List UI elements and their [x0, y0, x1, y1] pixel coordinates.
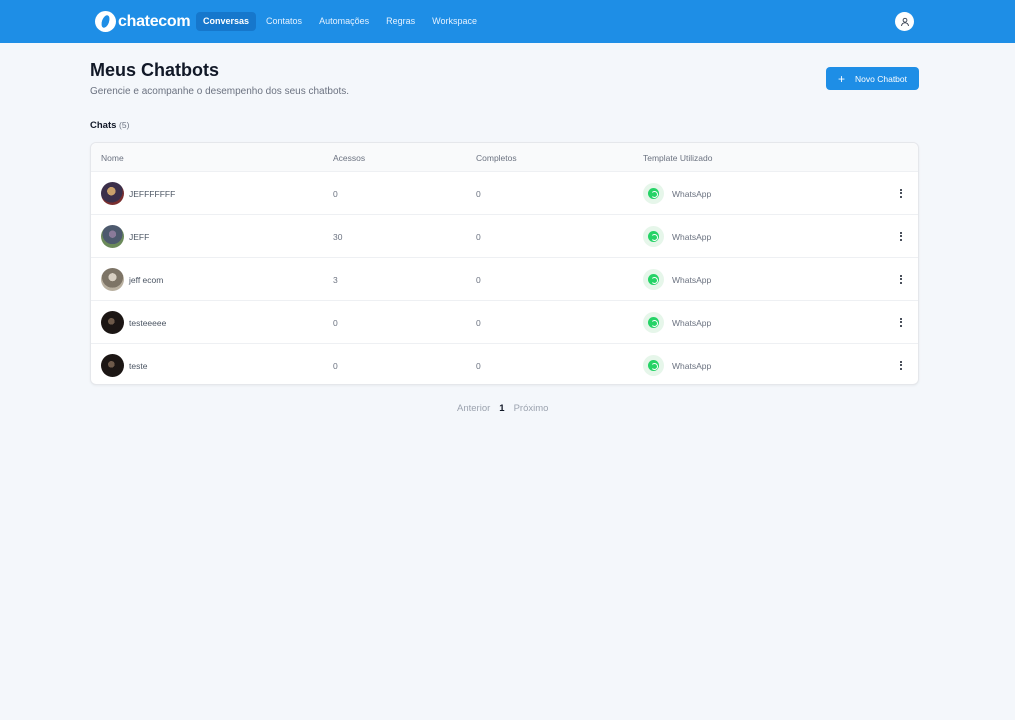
- chatbot-name[interactable]: JEFFFFFFF: [129, 189, 175, 199]
- column-header-acessos: Acessos: [333, 153, 366, 163]
- acessos-value: 0: [333, 361, 338, 371]
- user-icon: [900, 17, 909, 26]
- more-options-icon[interactable]: [895, 358, 907, 372]
- acessos-value: 0: [333, 318, 338, 328]
- column-header-completos: Completos: [476, 153, 517, 163]
- new-chatbot-label: Novo Chatbot: [855, 73, 907, 84]
- avatar: [101, 225, 124, 248]
- more-options-icon[interactable]: [895, 315, 907, 329]
- template-name: WhatsApp: [672, 189, 712, 199]
- nav-item-regras[interactable]: Regras: [379, 12, 422, 31]
- chatbot-name[interactable]: teste: [129, 361, 147, 371]
- nav-item-contatos[interactable]: Contatos: [259, 12, 309, 31]
- brand-name: chatecom: [118, 12, 191, 30]
- acessos-value: 30: [333, 232, 343, 242]
- avatar: [101, 182, 124, 205]
- nav-item-workspace[interactable]: Workspace: [425, 12, 484, 31]
- chatbots-table: Nome Acessos Completos Template Utilizad…: [90, 142, 919, 385]
- completos-value: 0: [476, 189, 481, 199]
- table-row[interactable]: teste 0 0 WhatsApp: [91, 344, 918, 387]
- table-row[interactable]: testeeeee 0 0 WhatsApp: [91, 301, 918, 344]
- completos-value: 0: [476, 318, 481, 328]
- page-title: Meus Chatbots: [90, 60, 220, 80]
- brand-logo[interactable]: chatecom: [95, 11, 191, 32]
- chatbot-name[interactable]: testeeeee: [129, 318, 166, 328]
- column-header-nome: Nome: [101, 153, 124, 163]
- user-menu-button[interactable]: [895, 12, 914, 31]
- template-name: WhatsApp: [672, 361, 712, 371]
- whatsapp-icon: [643, 183, 664, 204]
- plus-icon: +: [838, 71, 846, 86]
- template-name: WhatsApp: [672, 318, 712, 328]
- chats-heading-label: Chats: [90, 120, 117, 131]
- whatsapp-icon: [643, 312, 664, 333]
- page-subtitle: Gerencie e acompanhe o desempenho dos se…: [90, 86, 350, 97]
- more-options-icon[interactable]: [895, 272, 907, 286]
- pagination-next-button[interactable]: Próximo: [514, 403, 549, 414]
- pagination-prev-button[interactable]: Anterior: [457, 403, 490, 414]
- template-name: WhatsApp: [672, 232, 712, 242]
- logo-icon: [95, 11, 116, 32]
- pagination-page-1[interactable]: 1: [499, 403, 504, 414]
- table-row[interactable]: jeff ecom 3 0 WhatsApp: [91, 258, 918, 301]
- nav-item-conversas[interactable]: Conversas: [196, 12, 257, 31]
- chatbot-name[interactable]: JEFF: [129, 232, 149, 242]
- table-row[interactable]: JEFFFFFFF 0 0 WhatsApp: [91, 172, 918, 215]
- completos-value: 0: [476, 232, 481, 242]
- table-row[interactable]: JEFF 30 0 WhatsApp: [91, 215, 918, 258]
- main-nav: Conversas Contatos Automações Regras Wor…: [196, 12, 487, 31]
- template-name: WhatsApp: [672, 275, 712, 285]
- acessos-value: 0: [333, 189, 338, 199]
- chats-count: (5): [119, 120, 130, 130]
- avatar: [101, 354, 124, 377]
- more-options-icon[interactable]: [895, 186, 907, 200]
- whatsapp-icon: [643, 226, 664, 247]
- acessos-value: 3: [333, 275, 338, 285]
- whatsapp-icon: [643, 355, 664, 376]
- more-options-icon[interactable]: [895, 229, 907, 243]
- completos-value: 0: [476, 275, 481, 285]
- chatbot-name[interactable]: jeff ecom: [129, 275, 163, 285]
- avatar: [101, 268, 124, 291]
- chats-heading: Chats (5): [90, 120, 129, 131]
- whatsapp-icon: [643, 269, 664, 290]
- nav-item-automacoes[interactable]: Automações: [312, 12, 376, 31]
- top-navbar: chatecom Conversas Contatos Automações R…: [0, 0, 1015, 43]
- table-header: Nome Acessos Completos Template Utilizad…: [91, 143, 918, 172]
- pagination: Anterior 1 Próximo: [457, 403, 548, 414]
- avatar: [101, 311, 124, 334]
- completos-value: 0: [476, 361, 481, 371]
- column-header-template: Template Utilizado: [643, 153, 713, 163]
- new-chatbot-button[interactable]: + Novo Chatbot: [826, 67, 919, 90]
